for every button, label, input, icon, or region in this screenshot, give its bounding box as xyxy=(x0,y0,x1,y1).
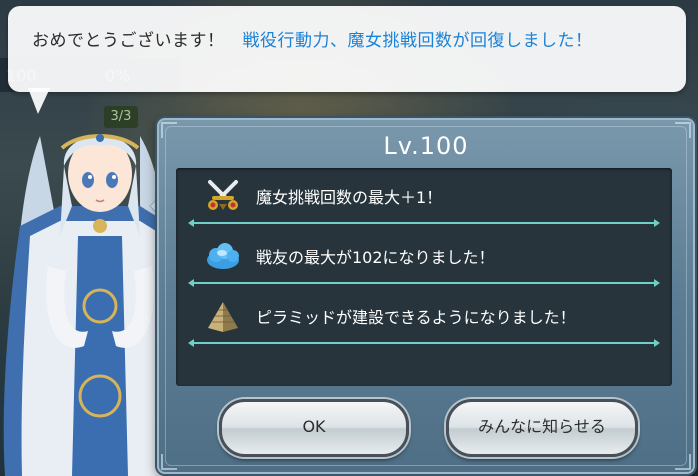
pyramid-icon xyxy=(208,302,238,332)
reward-text: 戦友の最大が102になりました！ xyxy=(256,248,495,267)
notification-bubble: おめでとうございます！ 戦役行動力、魔女挑戦回数が回復しました！ xyxy=(8,6,686,92)
reward-item: ピラミッドが建設できるようになりました！ xyxy=(176,288,672,348)
reward-item: 魔女挑戦回数の最大＋1！ xyxy=(176,168,672,228)
ok-button[interactable]: OK xyxy=(219,399,409,457)
level-title: Lv.100 xyxy=(383,132,469,160)
reward-item: 戦友の最大が102になりました！ xyxy=(176,228,672,288)
reward-text: 魔女挑戦回数の最大＋1！ xyxy=(256,188,443,207)
reward-list: 魔女挑戦回数の最大＋1！ 戦友の最大が102になりました！ ピラミッドが建設でき… xyxy=(176,168,672,386)
crossed-swords-icon xyxy=(208,180,238,210)
reward-text: ピラミッドが建設できるようになりました！ xyxy=(256,308,576,327)
reward-divider xyxy=(188,219,660,227)
notification-message: 戦役行動力、魔女挑戦回数が回復しました！ xyxy=(242,31,593,51)
notification-title: おめでとうございます！ xyxy=(32,31,225,51)
frame-corner xyxy=(161,454,177,470)
reward-divider xyxy=(188,339,660,347)
frame-corner xyxy=(675,454,691,470)
reward-divider xyxy=(188,279,660,287)
cloud-icon xyxy=(207,243,239,269)
notification-text: おめでとうございます！ 戦役行動力、魔女挑戦回数が回復しました！ xyxy=(32,26,593,51)
share-button[interactable]: みんなに知らせる xyxy=(446,399,638,457)
